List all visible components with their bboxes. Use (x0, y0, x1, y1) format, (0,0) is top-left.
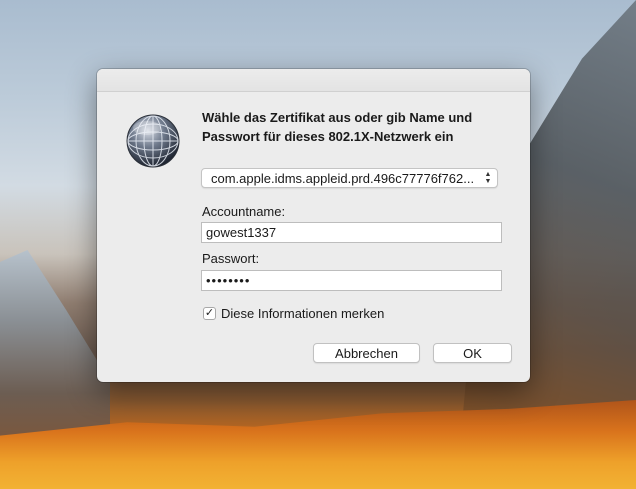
dialog-title: Wähle das Zertifikat aus oder gib Name u… (202, 110, 473, 144)
certificate-select[interactable]: com.apple.idms.appleid.prd.496c77776f762… (201, 168, 498, 188)
password-label: Passwort: (202, 251, 260, 266)
dialog-titlebar[interactable] (97, 69, 530, 92)
certificate-select-value: com.apple.idms.appleid.prd.496c77776f762… (211, 171, 475, 186)
account-name-field[interactable] (201, 222, 502, 243)
remember-checkbox-row[interactable]: ✓ Diese Informationen merken (203, 305, 384, 321)
chevron-updown-icon: ▲ ▼ (484, 171, 492, 185)
remember-checkbox[interactable]: ✓ (203, 306, 216, 320)
cancel-button[interactable]: Abbrechen (313, 343, 420, 363)
ok-button[interactable]: OK (433, 343, 512, 363)
remember-checkbox-label[interactable]: Diese Informationen merken (221, 306, 384, 321)
password-field[interactable]: •••••••• (201, 270, 502, 291)
network-globe-icon (126, 114, 180, 168)
account-label: Accountname: (202, 204, 286, 219)
network-auth-dialog: Wähle das Zertifikat aus oder gib Name u… (97, 69, 530, 382)
